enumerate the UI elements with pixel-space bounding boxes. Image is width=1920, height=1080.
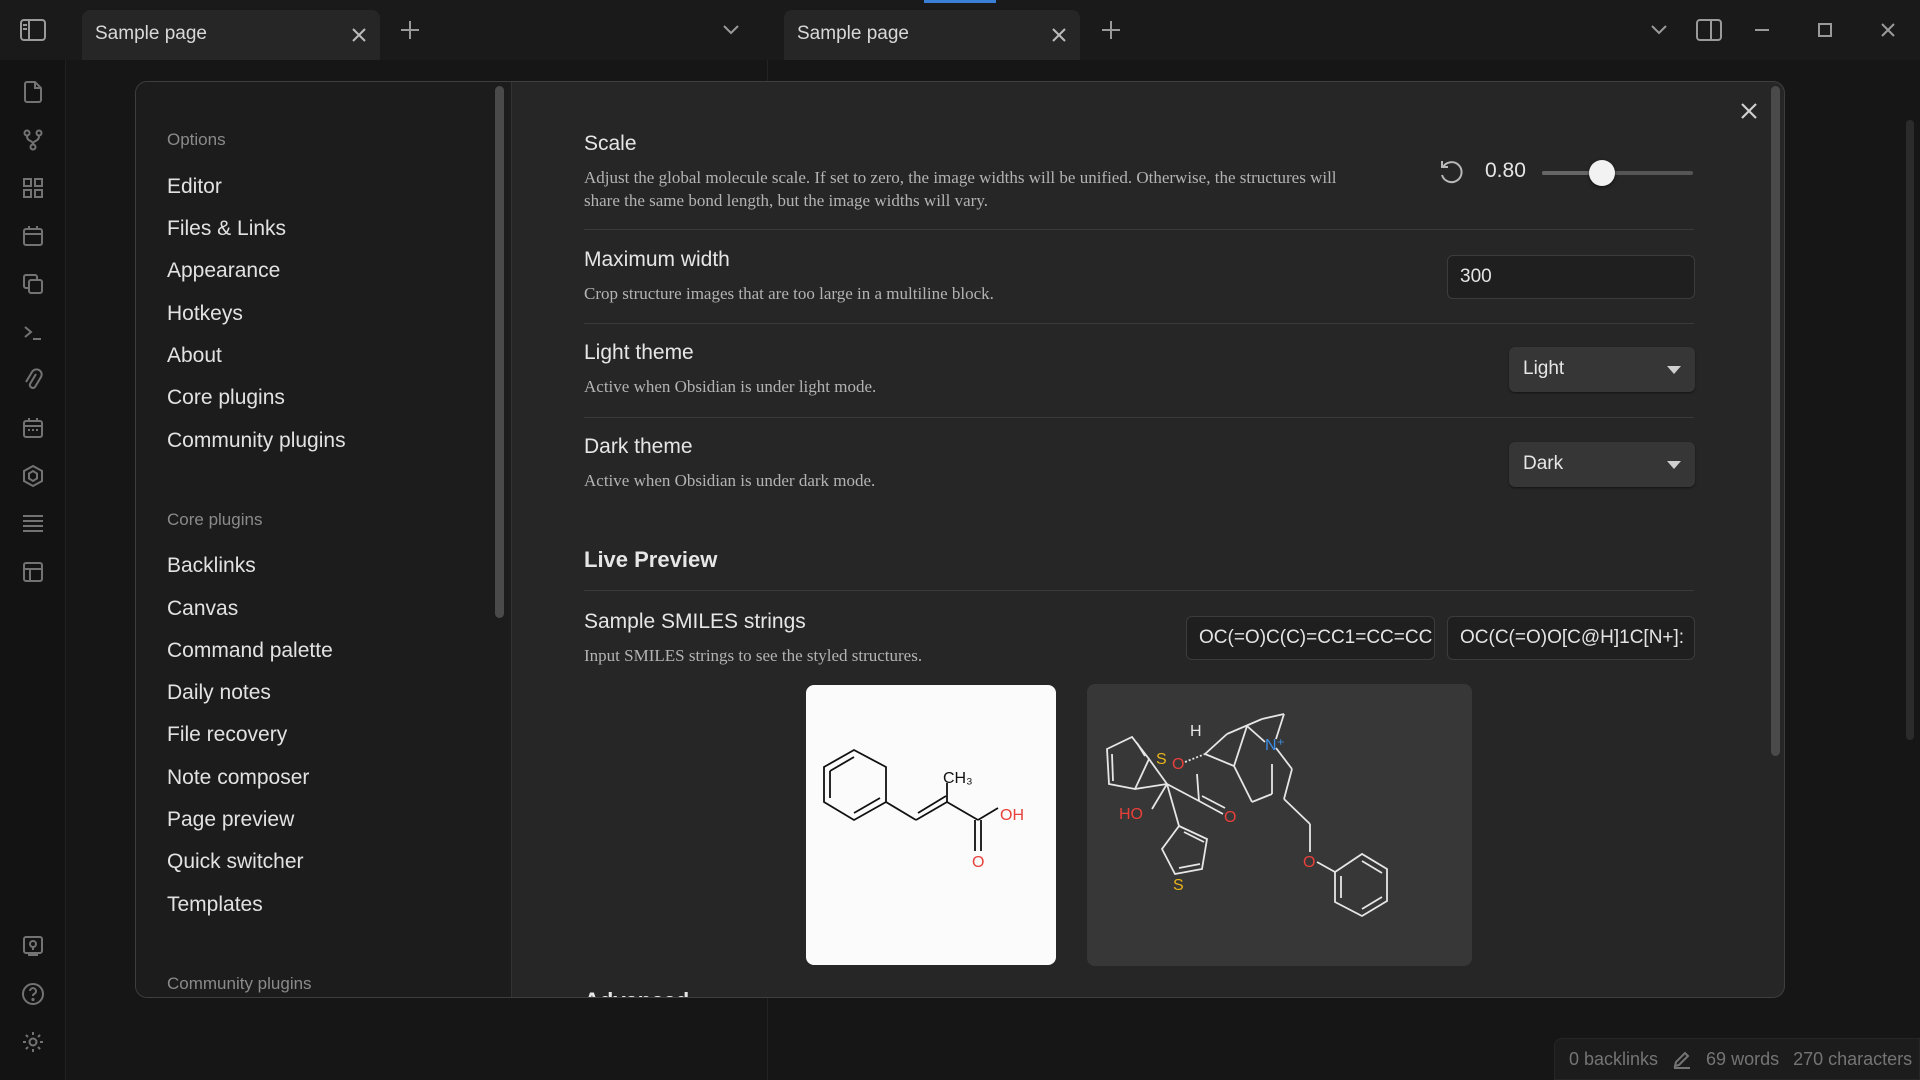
smiles-input-2[interactable]: OC(C(=O)O[C@H]1C[N+]: — [1447, 616, 1695, 660]
reset-icon[interactable] — [1437, 158, 1465, 186]
separator — [584, 229, 1694, 230]
right-sidebar-toggle-icon[interactable] — [1691, 12, 1727, 48]
molecule-preview-dark: H N⁺ O O HO S S O — [1087, 684, 1472, 966]
sidebar-item-daily-notes[interactable]: Daily notes — [167, 681, 271, 705]
dropdown-caret-icon — [1667, 461, 1681, 469]
sidebar-scrollbar[interactable] — [495, 86, 504, 618]
separator — [584, 417, 1694, 418]
oh-label: OH — [1000, 807, 1024, 824]
title-bar: Sample page Sample page — [0, 0, 1920, 60]
new-tab-icon[interactable] — [1093, 12, 1129, 48]
scale-slider[interactable] — [1542, 171, 1693, 175]
max-width-input[interactable]: 300 — [1447, 255, 1695, 299]
active-tab-indicator — [924, 0, 996, 3]
setting-dark-theme-name: Dark theme — [584, 435, 693, 458]
advanced-heading: Advanced — [584, 988, 689, 997]
sidebar-section-core-plugins: Core plugins — [167, 510, 263, 529]
scale-value: 0.80 — [1485, 159, 1526, 182]
tab-sample-page-left[interactable]: Sample page — [82, 10, 380, 60]
setting-dark-theme-desc: Active when Obsidian is under dark mode. — [584, 471, 876, 490]
sidebar-item-canvas[interactable]: Canvas — [167, 597, 238, 621]
setting-samples-name: Sample SMILES strings — [584, 610, 806, 633]
setting-light-theme-name: Light theme — [584, 341, 694, 364]
sidebar-item-file-recovery[interactable]: File recovery — [167, 723, 287, 747]
close-icon[interactable] — [1046, 22, 1072, 48]
window-close-icon[interactable] — [1870, 12, 1906, 48]
sidebar-item-core-plugins[interactable]: Core plugins — [167, 386, 285, 410]
dropdown-caret-icon — [1667, 366, 1681, 374]
content-scrollbar[interactable] — [1771, 86, 1780, 756]
sidebar-item-quick-switcher[interactable]: Quick switcher — [167, 850, 304, 874]
oxygen-label: O — [972, 854, 984, 871]
setting-light-theme-desc: Active when Obsidian is under light mode… — [584, 377, 877, 396]
setting-scale-desc: Adjust the global molecule scale. If set… — [584, 168, 1337, 210]
sidebar-item-hotkeys[interactable]: Hotkeys — [167, 302, 243, 326]
sidebar-item-appearance[interactable]: Appearance — [167, 259, 280, 283]
light-theme-select[interactable]: Light — [1509, 347, 1695, 392]
hydroxyl-label: HO — [1119, 806, 1143, 823]
sidebar-item-editor[interactable]: Editor — [167, 175, 222, 199]
tab-list-chevron-down-icon[interactable] — [713, 12, 749, 48]
oxygen-label: O — [1172, 756, 1184, 773]
separator — [584, 323, 1694, 324]
close-icon[interactable] — [346, 22, 372, 48]
tab-sample-page-right[interactable]: Sample page — [784, 10, 1080, 60]
tab-title: Sample page — [797, 23, 909, 44]
minimize-icon[interactable] — [1744, 12, 1780, 48]
oxygen-label: O — [1224, 809, 1236, 826]
molecule-preview-light: CH₃ OH O — [806, 685, 1056, 965]
settings-sidebar: Options Editor Files & Links Appearance … — [136, 82, 512, 997]
new-tab-icon[interactable] — [392, 12, 428, 48]
smiles-input-1[interactable]: OC(=O)C(C)=CC1=CC=CC — [1186, 616, 1435, 660]
scale-slider-thumb[interactable] — [1589, 160, 1616, 186]
dark-theme-select[interactable]: Dark — [1509, 442, 1695, 487]
sidebar-section-options: Options — [167, 130, 226, 149]
sidebar-item-command-palette[interactable]: Command palette — [167, 639, 333, 663]
maximize-icon[interactable] — [1807, 12, 1843, 48]
setting-max-width-desc: Crop structure images that are too large… — [584, 284, 994, 303]
sidebar-item-page-preview[interactable]: Page preview — [167, 808, 294, 832]
live-preview-heading: Live Preview — [584, 547, 718, 572]
tab-list-chevron-down-icon[interactable] — [1641, 12, 1677, 48]
sidebar-item-note-composer[interactable]: Note composer — [167, 766, 309, 790]
sidebar-item-files-links[interactable]: Files & Links — [167, 217, 286, 241]
nitrogen-label: N⁺ — [1265, 737, 1285, 754]
light-theme-value: Light — [1523, 358, 1565, 379]
sidebar-toggle-icon[interactable] — [15, 12, 51, 48]
oxygen-label: O — [1303, 854, 1315, 871]
sulfur-label: S — [1173, 877, 1184, 894]
sidebar-item-about[interactable]: About — [167, 344, 222, 368]
close-icon[interactable] — [1735, 97, 1763, 125]
hydrogen-label: H — [1190, 723, 1202, 740]
separator — [584, 590, 1694, 591]
settings-modal: Options Editor Files & Links Appearance … — [135, 81, 1785, 998]
setting-scale-name: Scale — [584, 132, 637, 155]
sulfur-label: S — [1156, 751, 1167, 768]
sidebar-item-backlinks[interactable]: Backlinks — [167, 554, 256, 578]
sidebar-item-templates[interactable]: Templates — [167, 893, 263, 917]
ch3-label: CH₃ — [943, 770, 973, 787]
tab-title: Sample page — [95, 23, 207, 44]
sidebar-item-community-plugins[interactable]: Community plugins — [167, 429, 346, 453]
setting-max-width-name: Maximum width — [584, 248, 730, 271]
sidebar-section-community-plugins: Community plugins — [167, 974, 312, 993]
dark-theme-value: Dark — [1523, 453, 1564, 474]
